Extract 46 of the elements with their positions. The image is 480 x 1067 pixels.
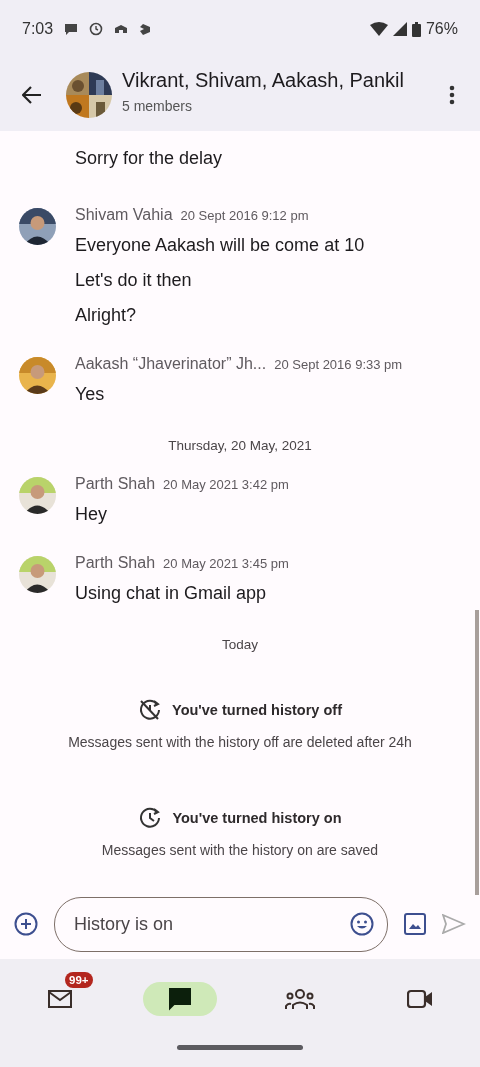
mail-icon [48, 989, 72, 1010]
chat-title: Vikrant, Shivam, Aakash, Pankil [122, 69, 405, 92]
history-icon [138, 806, 163, 830]
status-time: 7:03 [22, 20, 54, 38]
video-camera-icon [407, 989, 433, 1010]
notice-text: Messages sent with the history off are deleted after 24h [68, 734, 412, 750]
chat-bubble-icon [64, 22, 79, 36]
date-divider: Thursday, 20 May, 2021 [168, 438, 312, 453]
message-text: Sorry for the delay [75, 147, 223, 170]
home-indicator[interactable] [177, 1044, 303, 1050]
people-icon [285, 988, 315, 1011]
message-text: Hey [75, 503, 107, 526]
chat-icon [168, 987, 192, 1012]
message-text: Alright? [75, 304, 137, 327]
history-off-icon [138, 698, 163, 722]
notice-title: You've turned history off [172, 702, 342, 718]
signal-icon [392, 22, 407, 36]
sender-name: Parth Shah [75, 554, 156, 572]
wifi-icon [369, 22, 388, 36]
message-text: Yes [75, 383, 105, 406]
notice-text: Messages sent with the history on are saved [101, 842, 379, 858]
sender-name: Parth Shah [75, 475, 156, 493]
message-input-field[interactable]: History is on [54, 896, 388, 952]
date-divider: Today [222, 637, 258, 652]
sender-name: Shivam Vahia [75, 206, 173, 224]
add-icon[interactable] [14, 912, 38, 937]
clock-icon [89, 22, 104, 36]
back-icon[interactable] [22, 85, 42, 104]
message-text: Everyone Aakash will be come at 10 [75, 234, 365, 257]
message-text: Let's do it then [75, 269, 192, 292]
message-time: 20 May 2021 3:45 pm [163, 556, 289, 571]
notice-title: You've turned history on [172, 810, 342, 826]
message-text: Using chat in Gmail app [75, 582, 267, 605]
more-options-icon[interactable] [449, 84, 455, 105]
message-time: 20 Sept 2016 9:33 pm [274, 357, 403, 372]
nav-tab[interactable] [143, 982, 217, 1017]
members-count[interactable]: 5 members [122, 98, 449, 114]
unread-count-badge: 99+ [65, 972, 93, 989]
scrollbar[interactable] [475, 610, 479, 895]
message-time: 20 Sept 2016 9:12 pm [180, 208, 309, 223]
message-time: 20 May 2021 3:42 pm [163, 477, 289, 492]
battery-percent: 76% [425, 20, 458, 38]
emoji-icon[interactable] [350, 911, 374, 936]
battery-icon [411, 21, 421, 37]
image-icon[interactable] [404, 913, 426, 936]
sender-name: Aakash “Jhaverinator” Jh... [75, 355, 267, 373]
